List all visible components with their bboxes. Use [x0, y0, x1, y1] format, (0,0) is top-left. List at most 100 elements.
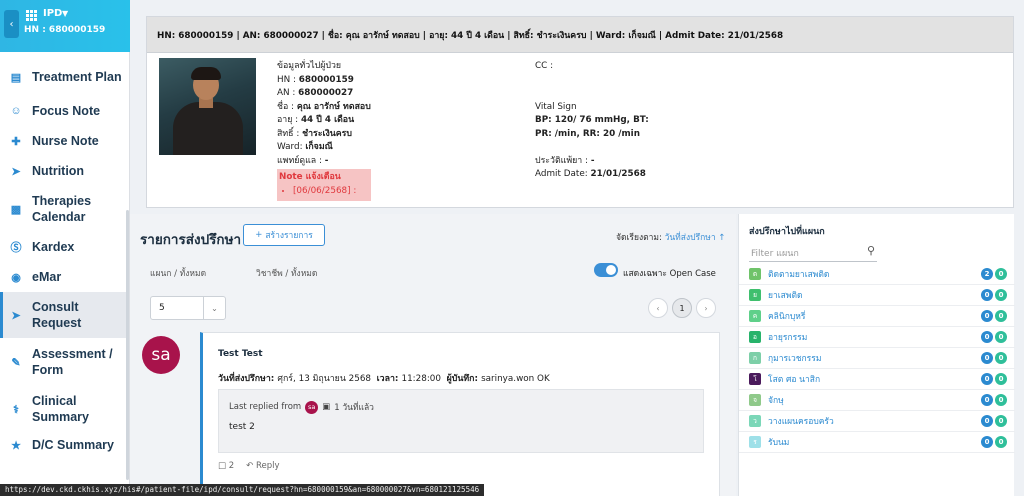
open-case-label: แสดงเฉพาะ Open Case: [623, 269, 716, 279]
department-name[interactable]: ยาเสพติด: [768, 288, 803, 302]
department-row[interactable]: อ อายุรกรรม 0 0: [739, 327, 1015, 348]
last-reply-box: Last replied from sa ▣ 1 วันที่แล้ว test…: [218, 389, 704, 453]
sidebar-item-assessment-form[interactable]: ✎ Assessment / Form: [0, 338, 126, 386]
page-size-select[interactable]: 5 ⌄: [150, 296, 226, 320]
consult-footer: □ 2 ↶ Reply: [218, 461, 280, 471]
department-letter-badge: ค: [749, 310, 761, 322]
department-row[interactable]: โ โสต ศอ นาสิก 0 0: [739, 369, 1015, 390]
an-row: AN : 680000027: [277, 88, 354, 98]
department-count-badge-secondary: 0: [995, 289, 1007, 301]
department-name[interactable]: ติดตามยาเสพติด: [768, 267, 829, 281]
apps-grid-icon[interactable]: [26, 10, 37, 21]
department-name[interactable]: คลินิกบุหรี่: [768, 309, 805, 323]
department-name[interactable]: กุมารเวชกรรม: [768, 351, 821, 365]
department-name[interactable]: รับนม: [768, 435, 789, 449]
sidebar-item-label: Consult Request: [32, 300, 82, 330]
note-alert-box: Note แจ้งเตือน [06/06/2568] :: [277, 169, 371, 201]
department-count-badge: 0: [981, 352, 993, 364]
sidebar-item-therapies-calendar[interactable]: ▩ Therapies Calendar: [0, 186, 126, 232]
create-consult-button[interactable]: + สร้างรายการ: [243, 224, 325, 246]
sidebar-item-treatment-plan[interactable]: ▤ Treatment Plan: [0, 58, 126, 96]
comment-icon: □: [218, 461, 229, 471]
department-name[interactable]: อายุรกรรม: [768, 330, 807, 344]
last-replied-row: Last replied from sa ▣ 1 วันที่แล้ว: [229, 400, 374, 414]
patient-photo: [159, 58, 256, 155]
department-count-badge-secondary: 0: [995, 436, 1007, 448]
department-row[interactable]: ต ติดตามยาเสพติด 2 0: [739, 264, 1015, 285]
hn-row: HN : 680000159: [277, 74, 354, 85]
caret-down-icon[interactable]: ▼: [62, 9, 68, 18]
sidebar-item-label: Nutrition: [32, 164, 85, 178]
sidebar-item-clinical-summary[interactable]: ⚕ Clinical Summary: [0, 386, 126, 432]
department-filter[interactable]: แผนก / ทั้งหมด: [150, 266, 206, 280]
department-panel-title: ส่งปรึกษาไปที่แผนก: [749, 227, 825, 237]
department-count-badge-secondary: 0: [995, 415, 1007, 427]
fish-icon: ➤: [11, 165, 21, 178]
department-row[interactable]: ว วางแผนครอบครัว 0 0: [739, 411, 1015, 432]
department-row[interactable]: จ จักษุ 0 0: [739, 390, 1015, 411]
department-name[interactable]: จักษุ: [768, 393, 784, 407]
department-count-badge: 0: [981, 436, 993, 448]
calendar-icon: ▣: [322, 402, 331, 412]
sidebar-item-kardex[interactable]: Ⓢ Kardex: [0, 232, 126, 262]
page-number-button[interactable]: 1: [672, 298, 692, 318]
sidebar-hn: HN : 680000159: [24, 25, 106, 35]
department-count-badge: 0: [981, 373, 993, 385]
department-letter-badge: จ: [749, 394, 761, 406]
department-letter-badge: ย: [749, 289, 761, 301]
open-case-toggle[interactable]: [594, 263, 618, 277]
department-row[interactable]: ร รับนม 0 0: [739, 432, 1015, 453]
sort-control[interactable]: จัดเรียงตาม: วันที่ส่งปรึกษา ↑: [616, 230, 725, 244]
pills-icon: ◉: [11, 271, 21, 284]
consult-meta: วันที่ส่งปรึกษา: ศุกร์, 13 มิถุนายน 2568…: [218, 374, 550, 384]
module-selector[interactable]: IPD: [43, 8, 62, 19]
filter-placeholder: Filter แผนก: [751, 249, 799, 259]
next-page-button[interactable]: ›: [696, 298, 716, 318]
note-alert-item: [06/06/2568] :: [293, 185, 368, 199]
department-list: ตติดตามยาเสพติด 2 0 ยยาเสพติด 0 0 คคลินิกบุหรี…: [739, 264, 1015, 453]
plus-icon: +: [255, 230, 263, 240]
department-count-badge-secondary: 0: [995, 310, 1007, 322]
department-filter-input[interactable]: Filter แผนก ⚲: [749, 244, 877, 262]
create-consult-label: สร้างรายการ: [265, 231, 313, 241]
sidebar-item-label: Clinical Summary: [32, 394, 89, 424]
arrow-up-icon[interactable]: ↑: [716, 233, 725, 243]
collapse-chevron-icon[interactable]: ‹: [4, 10, 19, 38]
sidebar-item-label: eMar: [32, 270, 62, 284]
department-letter-badge: ก: [749, 352, 761, 364]
department-letter-badge: ว: [749, 415, 761, 427]
department-letter-badge: ร: [749, 436, 761, 448]
search-icon[interactable]: ⚲: [867, 244, 875, 257]
department-count-badge: 0: [981, 331, 993, 343]
sidebar-item-label: Treatment Plan: [32, 70, 122, 84]
prev-page-button[interactable]: ‹: [648, 298, 668, 318]
sidebar-item-consult-request[interactable]: ➤ Consult Request: [0, 292, 126, 338]
sidebar-item-dc-summary[interactable]: ★ D/C Summary: [0, 432, 126, 458]
reply-button[interactable]: ↶ Reply: [246, 461, 279, 471]
patient-vital-info: CC : Vital Sign BP: 120/ 76 mmHg, BT: PR…: [535, 60, 649, 182]
department-panel: ส่งปรึกษาไปที่แผนก Filter แผนก ⚲ ต ติดตาม…: [738, 214, 1015, 496]
form-icon: ✎: [11, 356, 21, 369]
k-circle-icon: Ⓢ: [10, 242, 22, 254]
profession-filter[interactable]: วิชาชีพ / ทั้งหมด: [256, 266, 317, 280]
general-info-title: ข้อมูลทั่วไปผู้ป่วย: [277, 61, 342, 71]
sort-value[interactable]: วันที่ส่งปรึกษา: [665, 233, 716, 243]
sidebar-scrollbar[interactable]: [126, 210, 129, 480]
bp-row: BP: 120/ 76 mmHg, BT:: [535, 115, 649, 125]
sidebar-item-emar[interactable]: ◉ eMar: [0, 262, 126, 292]
sidebar-item-nutrition[interactable]: ➤ Nutrition: [0, 156, 126, 186]
department-row[interactable]: ย ยาเสพติด 0 0: [739, 285, 1015, 306]
department-row[interactable]: ค คลินิกบุหรี่ 0 0: [739, 306, 1015, 327]
sidebar-item-label: Therapies Calendar: [32, 194, 92, 224]
sidebar-item-nurse-note[interactable]: ✚ Nurse Note: [0, 126, 126, 156]
chevron-down-icon[interactable]: ⌄: [203, 297, 225, 319]
ward-row: Ward: เก็จมณี: [277, 142, 333, 152]
consult-card[interactable]: Test Test วันที่ส่งปรึกษา: ศุกร์, 13 มิถ…: [200, 332, 720, 496]
treatment-icon: ▩: [10, 203, 22, 216]
comments-count[interactable]: □ 2: [218, 461, 234, 471]
department-name[interactable]: วางแผนครอบครัว: [768, 414, 834, 428]
sidebar-item-focus-note[interactable]: ☺ Focus Note: [0, 96, 126, 126]
department-row[interactable]: ก กุมารเวชกรรม 0 0: [739, 348, 1015, 369]
department-count-badge-secondary: 0: [995, 268, 1007, 280]
department-name[interactable]: โสต ศอ นาสิก: [768, 372, 820, 386]
